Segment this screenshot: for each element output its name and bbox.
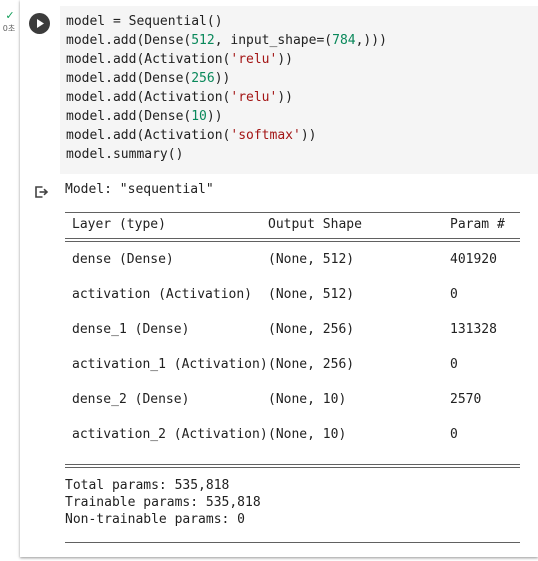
param-count: 0 xyxy=(450,287,458,302)
layer-name: dense_2 (Dense) xyxy=(72,392,190,407)
code-line: model.add(Dense(10)) xyxy=(66,109,223,124)
execution-time: 0초 xyxy=(2,24,16,33)
output-shape: (None, 512) xyxy=(268,252,355,267)
layer-name: dense_1 (Dense) xyxy=(72,322,190,337)
param-count: 131328 xyxy=(450,322,497,337)
code-line: model.add(Activation('softmax')) xyxy=(66,128,317,143)
layer-name: activation_2 (Activation) xyxy=(72,427,268,442)
code-line: model.add(Activation('relu')) xyxy=(66,52,293,67)
param-count: 2570 xyxy=(450,392,482,407)
code-editor[interactable]: model = Sequential() model.add(Dense(512,… xyxy=(60,6,538,174)
code-line: model.add(Activation('relu')) xyxy=(66,90,293,105)
layer-name: activation_1 (Activation) xyxy=(72,357,268,372)
code-line: model = Sequential() xyxy=(66,14,223,29)
cell-gutter: ✓ 0초 xyxy=(0,0,20,561)
output-redirect-icon[interactable] xyxy=(33,184,49,200)
output-shape: (None, 256) xyxy=(268,322,355,337)
non-trainable-params: Non-trainable params: 0 xyxy=(65,512,246,527)
code-cell[interactable]: model = Sequential() model.add(Dense(512,… xyxy=(20,0,538,557)
play-icon xyxy=(37,19,44,28)
output-shape: (None, 10) xyxy=(268,427,347,442)
output-shape: (None, 256) xyxy=(268,357,355,372)
header-param-count: Param # xyxy=(450,217,505,232)
header-output-shape: Output Shape xyxy=(268,217,362,232)
layer-name: dense (Dense) xyxy=(72,252,174,267)
layer-name: activation (Activation) xyxy=(72,287,253,302)
param-count: 0 xyxy=(450,357,458,372)
header-layer-type: Layer (type) xyxy=(72,217,166,232)
divider-line xyxy=(65,542,520,543)
output-shape: (None, 10) xyxy=(268,392,347,407)
check-icon: ✓ xyxy=(5,9,15,22)
code-line: model.add(Dense(512, input_shape=(784,))… xyxy=(66,33,387,48)
code-line: model.add(Dense(256)) xyxy=(66,71,231,86)
output-shape: (None, 512) xyxy=(268,287,355,302)
param-count: 401920 xyxy=(450,252,497,267)
double-divider-line xyxy=(65,464,520,468)
model-name-label: Model: "sequential" xyxy=(65,182,214,197)
param-count: 0 xyxy=(450,427,458,442)
trainable-params: Trainable params: 535,818 xyxy=(65,495,261,510)
run-cell-button[interactable] xyxy=(29,13,50,34)
divider-line xyxy=(65,212,520,213)
code-line: model.summary() xyxy=(66,147,184,162)
double-divider-line xyxy=(65,238,520,242)
total-params: Total params: 535,818 xyxy=(65,478,230,493)
